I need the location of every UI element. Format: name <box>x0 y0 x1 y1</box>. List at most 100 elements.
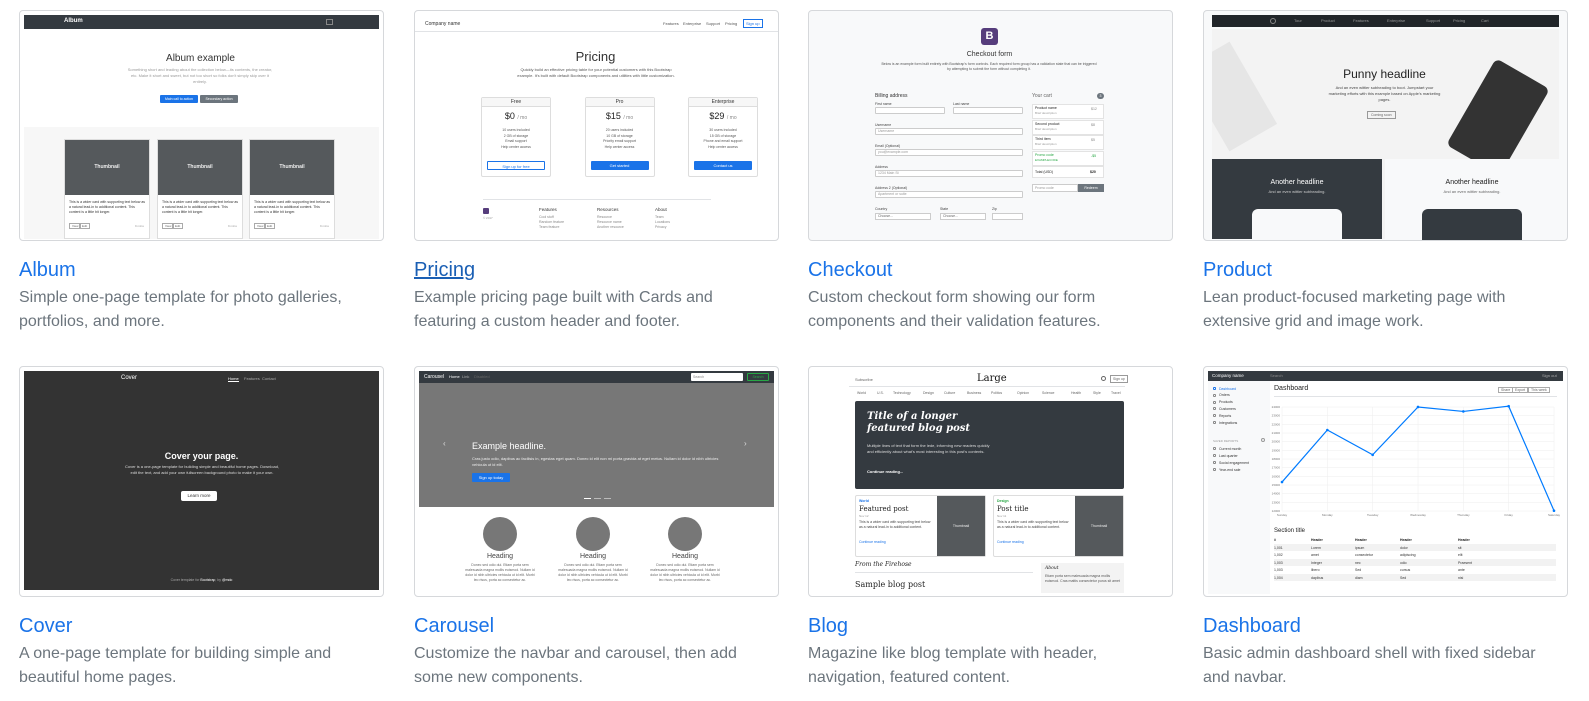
device-shape <box>1422 209 1522 240</box>
cart-item-price: $8 <box>1091 122 1095 127</box>
blog-thumbnail[interactable]: Subscribe Large Sign up Title of a longe… <box>808 366 1173 597</box>
y-tick-label: 16000 <box>1272 474 1281 478</box>
pricing-thumbnail[interactable]: Company name Features Enterprise Support… <box>414 10 779 241</box>
table-cell: consectetur <box>1355 553 1374 557</box>
checkout-description: Custom checkout form showing our form co… <box>808 289 1101 330</box>
dashboard-link[interactable]: Dashboard <box>1203 614 1568 638</box>
address-label: Address <box>875 165 888 169</box>
album-mins: 9 mins <box>320 224 329 228</box>
plan-name: Free <box>482 98 550 107</box>
table-header: # <box>1274 538 1276 542</box>
blog-link[interactable]: Blog <box>808 614 1173 638</box>
bootstrap-logo-icon: B <box>981 28 998 45</box>
username-input: Username <box>875 128 1023 135</box>
blog-nav-item: Science <box>1042 391 1055 395</box>
pricing-description: Example pricing page built with Cards an… <box>414 289 713 330</box>
cart-item-name: Second product <box>1035 121 1060 126</box>
plan-button: Get started <box>590 161 649 170</box>
checkout-link[interactable]: Checkout <box>808 258 1173 282</box>
pricing-plan-card: Free $0 / mo 10 users included 2 GB of stor… <box>481 97 551 177</box>
hamburger-icon <box>326 19 333 25</box>
album-link[interactable]: Album <box>19 258 384 282</box>
carousel-circle-image <box>576 517 610 551</box>
blog-nav-item: Health <box>1071 391 1082 395</box>
cart-item-sub: Brief description <box>1035 111 1057 115</box>
cover-thumbnail[interactable]: Cover Home Features Contact Cover your p… <box>19 366 384 597</box>
pricing-footer-heading: Resources <box>597 207 619 212</box>
data-point <box>1280 480 1284 484</box>
pricing-footer-link: Team <box>655 215 664 219</box>
product-nav-item: Enterprise <box>1387 18 1406 23</box>
product-sub-b: And an even wittier subheading. <box>1443 189 1501 194</box>
table-header: Header <box>1458 538 1470 542</box>
chevron-left-icon: ‹ <box>443 439 446 448</box>
cover-heading: Cover your page. <box>164 451 239 461</box>
checkout-thumbnail[interactable]: B Checkout form Below is an example form… <box>808 10 1173 241</box>
y-tick-label: 23000 <box>1272 414 1281 418</box>
cover-brand: Cover <box>121 375 138 381</box>
table-cell: 1,002 <box>1274 553 1283 557</box>
plus-circle-icon <box>1261 438 1265 442</box>
product-nav-item: Pricing <box>1453 18 1466 23</box>
table-cell: 1,001 <box>1274 545 1283 550</box>
example-album: Album Album example Something short and … <box>19 10 384 334</box>
country-select: Choose... <box>875 213 931 220</box>
data-point <box>1416 405 1420 409</box>
blog-nav-item: U.S. <box>877 391 884 395</box>
pricing-plan-card: Enterprise $29 / mo 30 users included 15 GB… <box>688 97 758 177</box>
dashboard-chart: 24000 23000 22000 21000 20000 19000 18000 17000… <box>1272 404 1560 517</box>
carousel-sub: Cras justo odio, dapibus ac facilisis in… <box>472 456 719 467</box>
plan-feature: Help center access <box>501 144 531 149</box>
example-dashboard: Company name Search Sign out Dashboard S… <box>1203 366 1568 690</box>
blog-card-category: World <box>859 499 869 503</box>
album-edit-button: Edit <box>172 223 184 229</box>
album-thumbnail[interactable]: Album Album example Something short and … <box>19 10 384 241</box>
y-tick-label: 19000 <box>1272 448 1281 452</box>
y-tick-label: 24000 <box>1272 405 1281 409</box>
album-mins: 9 mins <box>228 224 237 228</box>
plan-button: Contact us <box>694 161 752 170</box>
y-tick-label: 13000 <box>1272 500 1281 504</box>
pricing-plan-card: Pro $15 / mo 20 users included 10 GB of sto… <box>584 97 655 177</box>
pricing-footer-link: Cool stuff <box>539 215 554 219</box>
cover-link[interactable]: Cover <box>19 614 384 638</box>
sidebar-saved-heading: SAVED REPORTS <box>1213 439 1239 443</box>
product-description: Lean product-focused marketing page with… <box>1203 289 1506 330</box>
carousel-thumbnail[interactable]: Carousel Home Link Disabled Search Searc… <box>414 366 779 597</box>
product-navbar: Tour Product Features Enterprise Support Pric… <box>1212 15 1559 27</box>
album-card-image: Thumbnail <box>65 140 149 195</box>
bootstrap-logo-icon <box>483 208 489 214</box>
carousel-link[interactable]: Carousel <box>414 614 779 638</box>
pricing-signup: Sign up <box>743 19 763 28</box>
cart-item-price: $12 <box>1091 107 1097 111</box>
sidebar-icon <box>1213 461 1216 464</box>
plan-name: Enterprise <box>689 98 757 107</box>
cover-footer-text: , by <box>215 578 222 582</box>
plan-price-value: $15 <box>605 111 621 121</box>
product-nav-item: Cart <box>1481 18 1489 23</box>
sidebar-icon <box>1213 400 1216 404</box>
cover-nav-contact: Contact <box>262 376 276 381</box>
cart-item-name: Promo code <box>1035 152 1054 157</box>
plan-price-period: / mo <box>726 115 737 121</box>
zip-label: Zip <box>992 207 997 211</box>
plan-button: Sign up for free <box>487 161 545 170</box>
blog-card-link: Continue reading <box>997 540 1024 544</box>
blog-nav-item: Business <box>967 391 982 395</box>
plan-price-period: / mo <box>517 115 528 121</box>
product-heading: Punny headline <box>1343 67 1426 81</box>
album-card: Thumbnail This is a wider card with supp… <box>64 139 150 239</box>
blog-about-box: About Etiam porta sem malesuada magna mo… <box>1041 563 1124 593</box>
pricing-link[interactable]: Pricing <box>414 258 779 282</box>
cart-item-sub: Brief description <box>1035 142 1057 146</box>
pricing-footer-link: Another resource <box>597 225 624 229</box>
product-link[interactable]: Product <box>1203 258 1568 282</box>
sidebar-icon <box>1213 414 1216 418</box>
logo-circle-icon <box>1270 18 1276 24</box>
carousel-search-input: Search <box>691 373 743 381</box>
dashboard-company: Company name <box>1212 373 1244 378</box>
album-card-text: This is a wider card with supporting tex… <box>69 200 146 214</box>
dashboard-thumbnail[interactable]: Company name Search Sign out Dashboard S… <box>1203 366 1568 597</box>
product-thumbnail[interactable]: Tour Product Features Enterprise Support Pric… <box>1203 10 1568 241</box>
carousel-col-text: Donec sed odio dui. Etiam porta sem male… <box>650 563 720 582</box>
